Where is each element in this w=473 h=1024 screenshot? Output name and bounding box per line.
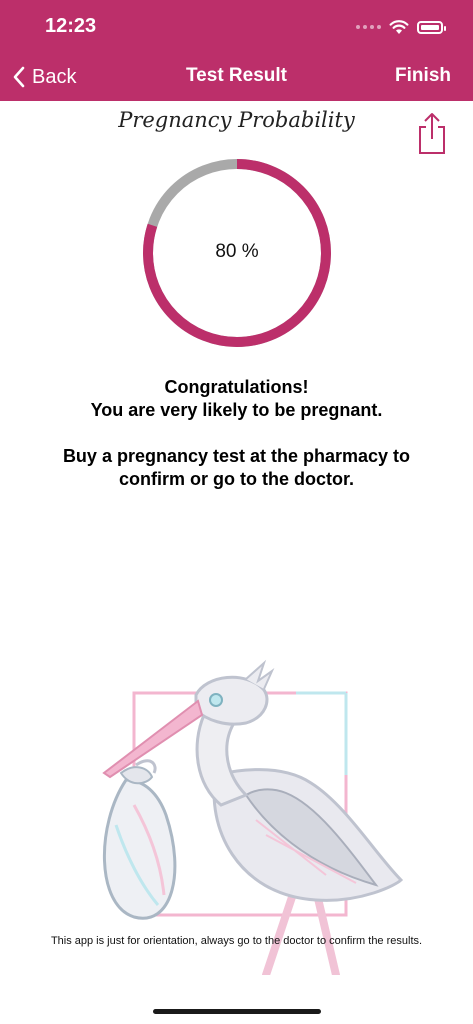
wifi-icon [389, 20, 409, 34]
status-icons [356, 17, 446, 37]
result-message: Congratulations! You are very likely to … [20, 376, 453, 491]
home-indicator[interactable] [153, 1009, 321, 1014]
status-time: 12:23 [45, 15, 97, 37]
probability-heading: Pregnancy Probability [118, 108, 355, 132]
advice-text-line2: confirm or go to the doctor. [119, 469, 354, 489]
congrats-text: Congratulations! [164, 377, 309, 397]
advice-text-line1: Buy a pregnancy test at the pharmacy to [62, 446, 411, 466]
probability-value: 80 % [215, 241, 259, 262]
disclaimer-text: This app is just for orientation, always… [50, 935, 423, 947]
battery-icon [417, 20, 446, 34]
share-icon[interactable] [414, 111, 450, 155]
finish-button[interactable]: Finish [395, 65, 451, 87]
stork-illustration [102, 659, 404, 975]
app-header: 12:23 Back Test Result Finish [0, 0, 473, 101]
signal-icon [356, 25, 381, 29]
likely-text: You are very likely to be pregnant. [90, 400, 383, 420]
